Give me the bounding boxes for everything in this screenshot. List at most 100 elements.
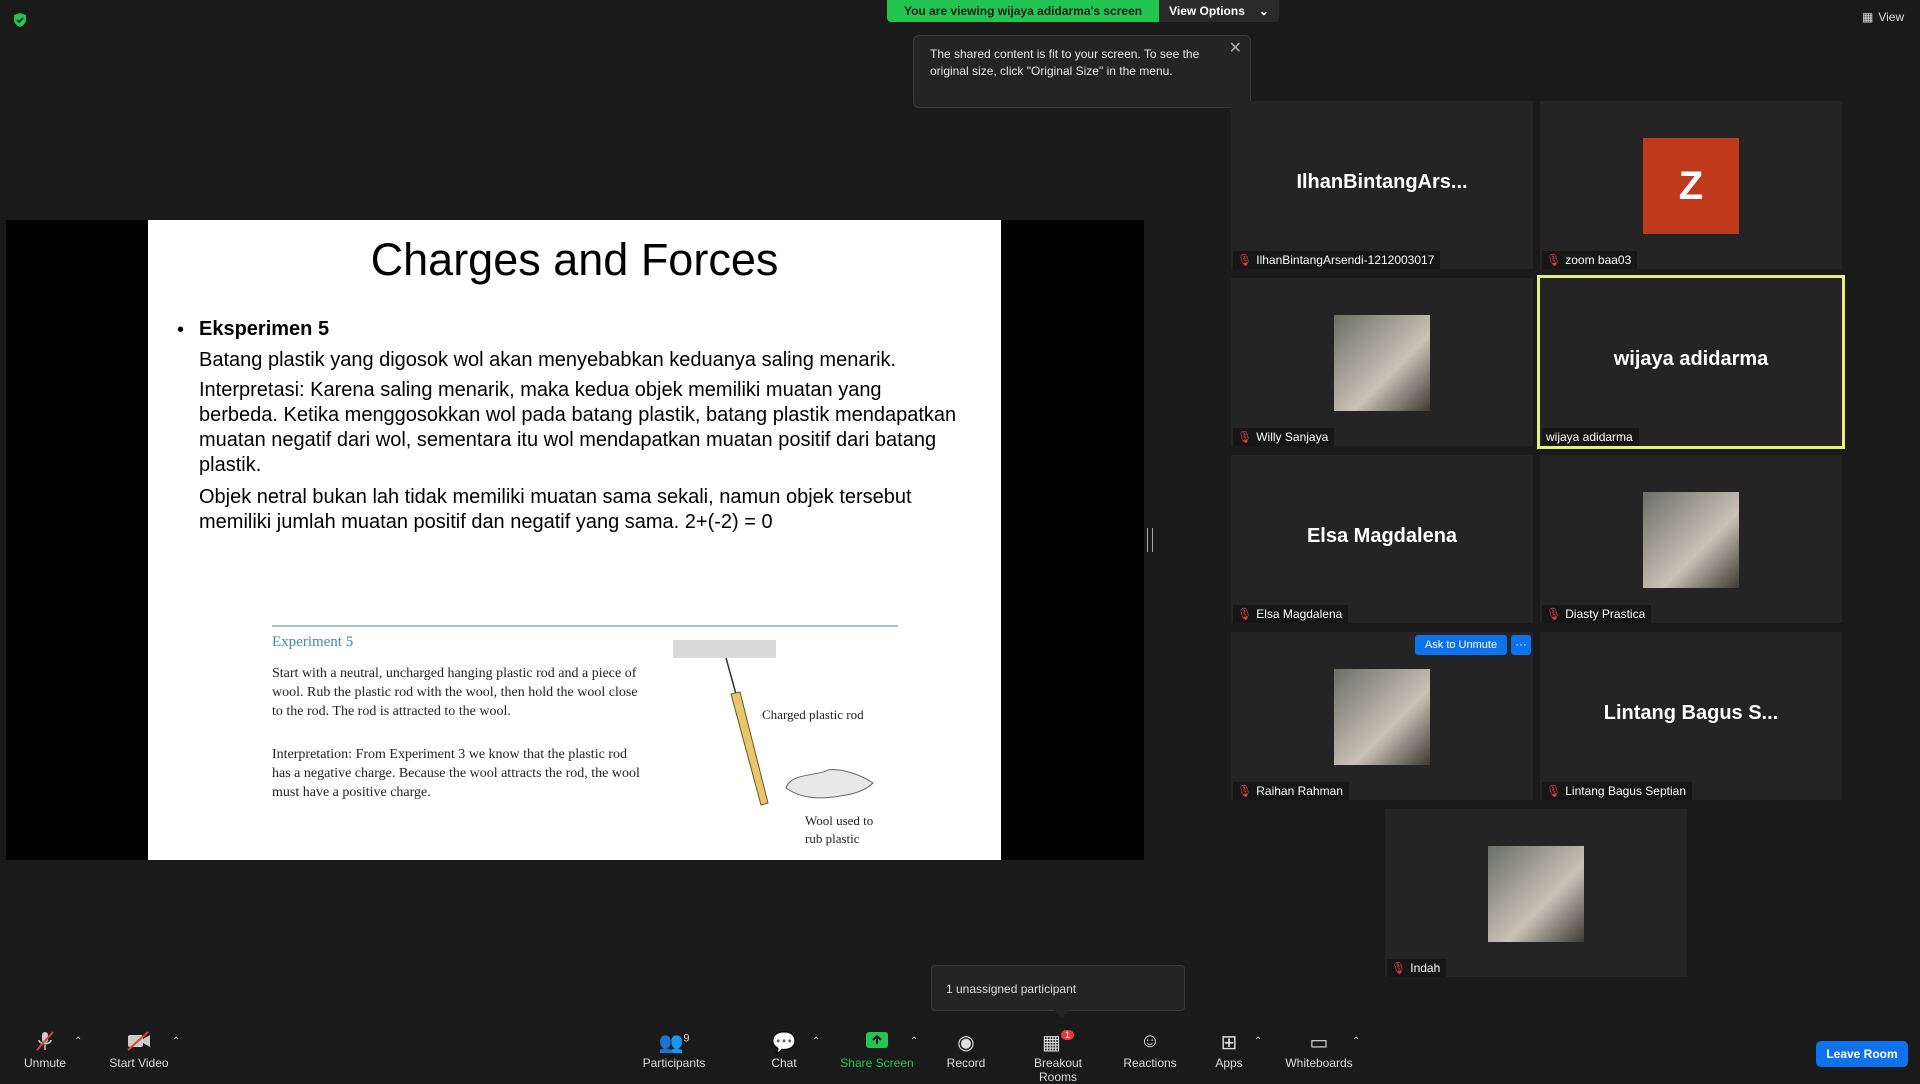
muted-microphone-icon: 🎙 bbox=[1237, 607, 1253, 621]
muted-microphone-icon: 🎙 bbox=[1546, 253, 1562, 267]
participant-display-name: IlhanBintangArs... bbox=[1296, 171, 1468, 193]
security-shield-icon[interactable] bbox=[12, 12, 28, 28]
participant-label: 🎙 Raihan Rahman bbox=[1233, 782, 1349, 800]
participants-button[interactable]: 👥9 Participants bbox=[640, 1030, 708, 1070]
unassigned-text: 1 unassigned participant bbox=[946, 982, 1077, 996]
unmute-label: Unmute bbox=[23, 1056, 67, 1070]
grid-view-icon: ▦ bbox=[1862, 10, 1874, 24]
more-options-button[interactable]: ··· bbox=[1511, 635, 1531, 655]
participant-label: 🎙 Willy Sanjaya bbox=[1233, 428, 1335, 446]
wool-label-line-1: Wool used to bbox=[805, 813, 874, 828]
apps-icon: ⊞ bbox=[1220, 1032, 1238, 1054]
participant-name: Diasty Prastica bbox=[1565, 607, 1646, 621]
chat-button[interactable]: 💬 Chat bbox=[766, 1030, 802, 1070]
whiteboards-options-caret[interactable]: ⌃ bbox=[1352, 1036, 1360, 1047]
participant-name: Indah bbox=[1410, 961, 1441, 975]
participant-tile[interactable]: 🎙 Diasty Prastica bbox=[1540, 455, 1842, 623]
breakout-rooms-button[interactable]: ▦ 1 Breakout Rooms bbox=[1014, 1030, 1102, 1084]
apps-options-caret[interactable]: ⌃ bbox=[1254, 1036, 1262, 1047]
participant-name: zoom baa03 bbox=[1565, 253, 1632, 267]
whiteboards-label: Whiteboards bbox=[1285, 1056, 1353, 1070]
participants-count: 9 bbox=[683, 1032, 690, 1045]
record-label: Record bbox=[946, 1056, 986, 1070]
whiteboard-icon: ▭ bbox=[1309, 1032, 1329, 1054]
ask-to-unmute-button[interactable]: Ask to Unmute bbox=[1415, 635, 1507, 655]
chevron-down-icon: ⌄ bbox=[1258, 4, 1269, 18]
participant-label: 🎙 Elsa Magdalena bbox=[1233, 605, 1349, 623]
presentation-slide: Charges and Forces • Eksperimen 5 Batang… bbox=[148, 220, 1001, 860]
chat-options-caret[interactable]: ⌃ bbox=[812, 1036, 820, 1047]
unmute-button[interactable]: Unmute bbox=[18, 1030, 72, 1070]
slide-heading: Eksperimen 5 bbox=[199, 318, 330, 340]
close-icon[interactable]: ✕ bbox=[1229, 40, 1242, 57]
view-button-label: View bbox=[1878, 10, 1905, 24]
share-options-caret[interactable]: ⌃ bbox=[910, 1036, 918, 1047]
view-options-button[interactable]: View Options ⌄ bbox=[1159, 0, 1279, 22]
slide-paragraph-2: Interpretasi: Karena saling menarik, mak… bbox=[199, 379, 957, 476]
participant-display-name: Lintang Bagus S... bbox=[1603, 702, 1779, 724]
figure-divider bbox=[272, 625, 898, 627]
record-button[interactable]: ◉ Record bbox=[946, 1030, 986, 1070]
share-screen-button[interactable]: Share Screen bbox=[839, 1030, 915, 1070]
participant-tile[interactable]: 🎙 Raihan Rahman bbox=[1231, 632, 1533, 800]
participant-name: Lintang Bagus Septian bbox=[1565, 784, 1686, 798]
participant-tile[interactable]: Elsa Magdalena 🎙 Elsa Magdalena bbox=[1231, 455, 1533, 623]
participant-display-name: wijaya adidarma bbox=[1613, 348, 1769, 370]
share-screen-label: Share Screen bbox=[840, 1056, 914, 1070]
participant-name: Elsa Magdalena bbox=[1256, 607, 1343, 621]
video-off-icon bbox=[104, 1030, 174, 1052]
apps-label: Apps bbox=[1215, 1056, 1243, 1070]
audio-options-caret[interactable]: ⌃ bbox=[74, 1036, 82, 1047]
view-button[interactable]: ▦ View bbox=[1862, 10, 1904, 24]
start-video-button[interactable]: Start Video bbox=[104, 1030, 174, 1070]
breakout-badge: 1 bbox=[1060, 1030, 1074, 1040]
participant-tile[interactable]: 🎙 Indah bbox=[1385, 809, 1687, 977]
reactions-icon: ☺ bbox=[1139, 1030, 1161, 1052]
participants-label: Participants bbox=[642, 1056, 706, 1070]
muted-microphone-icon: 🎙 bbox=[1237, 253, 1253, 267]
figure-text-2: Interpretation: From Experiment 3 we kno… bbox=[272, 747, 640, 800]
participant-name: Willy Sanjaya bbox=[1256, 430, 1329, 444]
participant-name: IlhanBintangArsendi-1212003017 bbox=[1256, 253, 1435, 267]
avatar: Z bbox=[1643, 138, 1739, 234]
slide-paragraph-3: Objek netral bukan lah tidak memiliki mu… bbox=[199, 486, 912, 533]
share-screen-icon bbox=[839, 1030, 915, 1052]
apps-button[interactable]: ⊞ Apps bbox=[1214, 1030, 1244, 1070]
participant-tile[interactable]: wijaya adidarma wijaya adidarma bbox=[1537, 275, 1845, 449]
participant-tile[interactable]: 🎙 Willy Sanjaya bbox=[1231, 278, 1533, 446]
figure-text-1: Start with a neutral, uncharged hanging … bbox=[272, 666, 638, 719]
bullet: • bbox=[177, 319, 185, 341]
muted-microphone-icon: 🎙 bbox=[1546, 784, 1562, 798]
start-video-label: Start Video bbox=[109, 1056, 169, 1070]
participant-tile[interactable]: IlhanBintangArs... 🎙 IlhanBintangArsendi-1… bbox=[1231, 101, 1533, 269]
participant-label: 🎙 Diasty Prastica bbox=[1542, 605, 1652, 623]
participant-tile[interactable]: Z 🎙 zoom baa03 bbox=[1540, 101, 1842, 269]
slide-title: Charges and Forces bbox=[370, 234, 779, 285]
video-options-caret[interactable]: ⌃ bbox=[172, 1036, 180, 1047]
reactions-button[interactable]: ☺ Reactions bbox=[1123, 1030, 1177, 1070]
avatar bbox=[1334, 669, 1430, 765]
unassigned-tooltip: 1 unassigned participant bbox=[931, 965, 1185, 1018]
chat-label: Chat bbox=[771, 1056, 797, 1070]
muted-microphone-icon: 🎙 bbox=[1391, 961, 1407, 975]
participant-label: 🎙 zoom baa03 bbox=[1542, 251, 1638, 269]
participant-display-name: Elsa Magdalena bbox=[1306, 525, 1458, 547]
fit-screen-tooltip: The shared content is fit to your screen… bbox=[913, 35, 1251, 108]
resize-handle[interactable] bbox=[1147, 528, 1153, 552]
slide-paragraph-1: Batang plastik yang digosok wol akan men… bbox=[199, 349, 897, 371]
muted-microphone-icon: 🎙 bbox=[1237, 430, 1253, 444]
view-options-label: View Options bbox=[1169, 4, 1245, 18]
record-icon: ◉ bbox=[957, 1032, 975, 1054]
share-banner: You are viewing wijaya adidarma's screen… bbox=[887, 0, 1279, 22]
muted-microphone-icon: 🎙 bbox=[1237, 784, 1253, 798]
reactions-label: Reactions bbox=[1123, 1056, 1177, 1070]
chat-icon: 💬 bbox=[771, 1032, 797, 1054]
participant-tile[interactable]: Lintang Bagus S... 🎙 Lintang Bagus Septian bbox=[1540, 632, 1842, 800]
participant-label: 🎙 Lintang Bagus Septian bbox=[1542, 782, 1692, 800]
muted-microphone-icon bbox=[18, 1030, 72, 1052]
figure-title: Experiment 5 bbox=[272, 634, 354, 650]
avatar bbox=[1488, 846, 1584, 942]
rod-label: Charged plastic rod bbox=[762, 707, 864, 722]
leave-room-button[interactable]: Leave Room bbox=[1816, 1041, 1908, 1067]
whiteboards-button[interactable]: ▭ Whiteboards bbox=[1284, 1030, 1354, 1070]
